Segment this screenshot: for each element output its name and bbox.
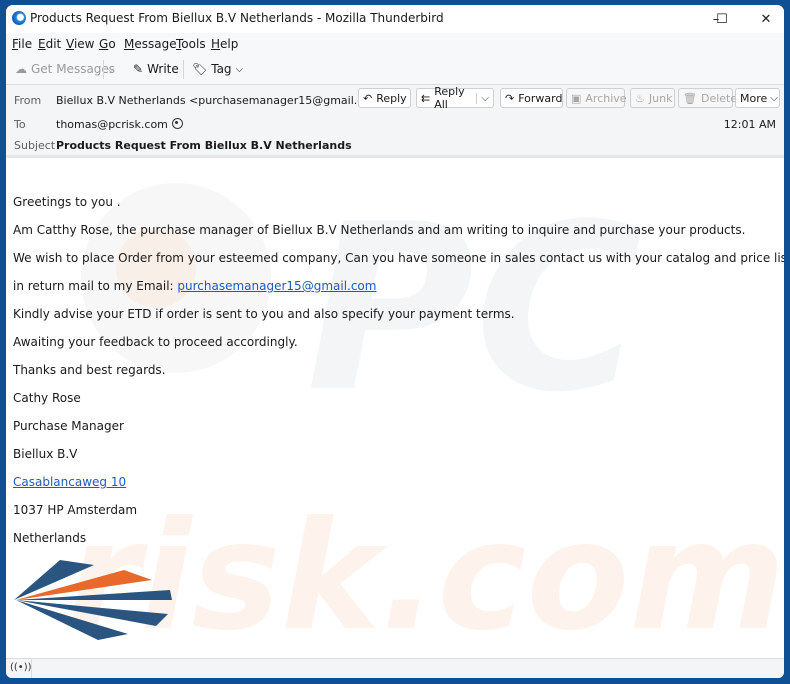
signature-country: Netherlands	[13, 531, 87, 545]
reply-button[interactable]: ↶ Reply	[358, 88, 411, 108]
tag-icon: 🏷	[192, 62, 208, 76]
get-messages-button[interactable]: ☁ Get Messages	[15, 59, 115, 79]
paragraph-thanks: Thanks and best regards.	[13, 363, 166, 377]
window-title: Products Request From Biellux B.V Nether…	[30, 11, 444, 25]
junk-button[interactable]: ♨ Junk	[630, 88, 675, 108]
greeting-line: Greetings to you .	[13, 195, 121, 209]
subject-label: Subject	[14, 139, 56, 152]
tag-button[interactable]: 🏷 Tag ⌵	[192, 59, 243, 79]
thunderbird-window: Products Request From Biellux B.V Nether…	[6, 5, 784, 678]
contact-icon[interactable]	[171, 118, 183, 129]
signature-company: Biellux B.V	[13, 447, 78, 461]
paragraph-request: We wish to place Order from your esteeme…	[13, 251, 784, 265]
title-bar: Products Request From Biellux B.V Nether…	[6, 5, 784, 33]
online-status-icon[interactable]: ((•))	[10, 662, 32, 673]
archive-button[interactable]: ▣ Archive	[566, 88, 627, 108]
main-toolbar: ☁ Get Messages ⌵ ✎ Write 🏷 Tag ⌵	[6, 55, 784, 85]
signature-title: Purchase Manager	[13, 419, 124, 433]
paragraph-email: in return mail to my Email: purchasemana…	[13, 279, 377, 293]
maximize-icon: ☐	[716, 11, 728, 27]
paragraph-intro: Am Catthy Rose, the purchase manager of …	[13, 223, 746, 237]
to-field[interactable]: thomas@pcrisk.com	[56, 118, 183, 131]
subject-value: Products Request From Biellux B.V Nether…	[56, 139, 352, 152]
close-icon: ✕	[760, 11, 772, 27]
email-link[interactable]: purchasemanager15@gmail.com	[177, 279, 376, 293]
paragraph-awaiting: Awaiting your feedback to proceed accord…	[13, 335, 298, 349]
status-bar: ((•))	[6, 658, 784, 678]
menu-view[interactable]: View	[66, 37, 94, 51]
watermark-dot	[116, 228, 196, 308]
chevron-down-icon: ⌵	[107, 63, 115, 75]
menu-tools[interactable]: Tools	[176, 37, 206, 51]
chevron-down-icon: ⌵	[770, 92, 778, 104]
from-label: From	[14, 94, 42, 107]
maximize-button[interactable]: ☐	[702, 5, 742, 33]
write-button[interactable]: ✎ Write	[133, 59, 179, 79]
get-messages-dropdown[interactable]: ⌵	[107, 59, 115, 79]
reply-all-dropdown[interactable]: ⌵	[476, 92, 493, 104]
delete-button[interactable]: 🗑 Delete	[678, 88, 737, 108]
to-label: To	[14, 118, 26, 131]
paragraph-etd: Kindly advise your ETD if order is sent …	[13, 307, 515, 321]
message-time: 12:01 AM	[723, 118, 776, 131]
status-divider	[31, 659, 32, 678]
message-body: PC risk.com Greetings to you . Am Catthy…	[6, 158, 784, 658]
reply-all-icon: ⇇	[421, 91, 431, 105]
reply-icon: ↶	[363, 91, 373, 105]
more-button[interactable]: More ⌵	[735, 88, 780, 108]
address-link[interactable]: Casablancaweg 10	[13, 475, 126, 489]
from-field[interactable]: Biellux B.V Netherlands <purchasemanager…	[56, 94, 405, 107]
menu-help[interactable]: Help	[211, 37, 238, 51]
signature-street: Casablancaweg 10	[13, 475, 126, 489]
trash-icon: 🗑	[683, 91, 697, 105]
forward-icon: ↷	[505, 91, 515, 105]
menu-go[interactable]: Go	[99, 37, 116, 51]
junk-icon: ♨	[635, 91, 645, 105]
toolbar-divider	[103, 60, 104, 79]
menu-bar: File Edit View Go Message Tools Help	[6, 33, 784, 55]
chevron-down-icon: ⌵	[235, 63, 244, 75]
menu-file[interactable]: File	[12, 37, 32, 51]
thunderbird-app-icon	[12, 11, 26, 25]
pencil-icon: ✎	[133, 62, 144, 76]
logo-ray-4	[16, 600, 168, 626]
signature-city: 1037 HP Amsterdam	[13, 503, 138, 517]
company-logo	[14, 560, 172, 640]
archive-icon: ▣	[571, 91, 582, 105]
cloud-download-icon: ☁	[15, 62, 27, 76]
menu-message[interactable]: Message	[124, 37, 177, 51]
reply-all-button[interactable]: ⇇ Reply All ⌵	[416, 85, 494, 111]
close-button[interactable]: ✕	[746, 5, 784, 33]
menu-edit[interactable]: Edit	[38, 37, 61, 51]
forward-button[interactable]: ↷ Forward	[500, 88, 563, 108]
message-header: From Biellux B.V Netherlands <purchasema…	[6, 85, 784, 158]
toolbar-divider	[183, 60, 184, 79]
signature-name: Cathy Rose	[13, 391, 81, 405]
